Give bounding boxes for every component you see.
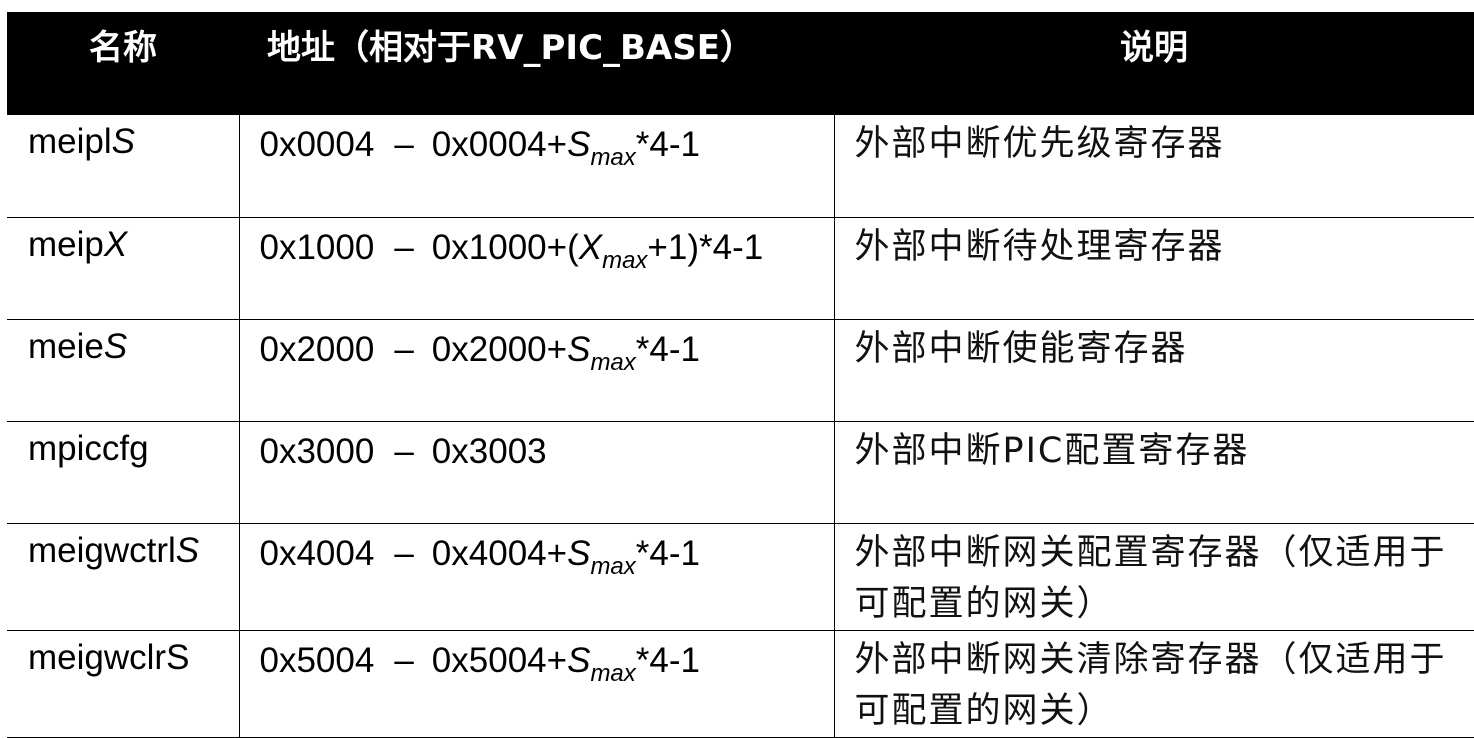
address-end: 0x1000+( bbox=[431, 227, 579, 267]
address-end: 0x5004+ bbox=[431, 640, 568, 680]
table-row: meigwctrlS 0x4004–0x4004+Smax*4-1 外部中断网关配置… bbox=[7, 522, 1474, 631]
address-start: 0x4004 bbox=[259, 533, 375, 573]
address-subscript: max bbox=[590, 348, 636, 376]
register-name-cell: meigwctrlS bbox=[7, 522, 240, 631]
description-cell: 外部中断使能寄存器 bbox=[833, 318, 1474, 422]
range-dash: – bbox=[394, 431, 414, 471]
address-end-suffix: *4-1 bbox=[635, 125, 700, 164]
address-variable: S bbox=[567, 329, 591, 369]
register-name: meigwclrS bbox=[28, 637, 190, 677]
address-range-cell: 0x3000–0x3003 bbox=[238, 420, 835, 524]
description-cell: 外部中断优先级寄存器 bbox=[833, 115, 1474, 218]
register-name-cell: mpiccfg bbox=[7, 420, 240, 524]
register-name-variable: S bbox=[103, 326, 128, 366]
table-row: meiplS 0x0004–0x0004+Smax*4-1 外部中断优先级寄存器 bbox=[7, 115, 1474, 218]
address-end-suffix: *4-1 bbox=[635, 329, 700, 369]
address-range-cell: 0x0004–0x0004+Smax*4-1 bbox=[238, 115, 835, 218]
address-end-suffix: +1)*4-1 bbox=[647, 227, 764, 267]
address-range-cell: 0x2000–0x2000+Smax*4-1 bbox=[238, 318, 835, 422]
register-name: meipl bbox=[28, 122, 112, 161]
register-name: meigwctrl bbox=[28, 530, 176, 570]
address-start: 0x5004 bbox=[259, 640, 375, 680]
header-row: 名称 地址（相对于RV_PIC_BASE） 说明 bbox=[7, 12, 1474, 115]
register-name-cell: meieS bbox=[7, 318, 240, 422]
description-cell: 外部中断PIC配置寄存器 bbox=[833, 420, 1474, 524]
table-row: mpiccfg 0x3000–0x3003 外部中断PIC配置寄存器 bbox=[7, 420, 1474, 524]
register-name: meie bbox=[28, 326, 104, 366]
address-subscript: max bbox=[602, 246, 648, 274]
description-cell: 外部中断网关清除寄存器（仅适用于可配置的网关） bbox=[833, 629, 1474, 738]
header-description: 说明 bbox=[834, 12, 1474, 115]
table-body: meiplS 0x0004–0x0004+Smax*4-1 外部中断优先级寄存器 me… bbox=[7, 115, 1474, 738]
register-name-variable: X bbox=[103, 224, 128, 264]
range-dash: – bbox=[394, 227, 414, 267]
range-dash: – bbox=[394, 125, 414, 164]
address-start: 0x2000 bbox=[259, 329, 375, 369]
address-end-suffix: *4-1 bbox=[635, 640, 700, 680]
address-end: 0x3003 bbox=[431, 431, 547, 471]
address-end: 0x0004+ bbox=[431, 125, 568, 164]
register-name-variable: S bbox=[175, 530, 200, 570]
register-table: 名称 地址（相对于RV_PIC_BASE） 说明 meiplS 0x0004–0x… bbox=[7, 12, 1474, 738]
address-start: 0x3000 bbox=[259, 431, 375, 471]
address-end: 0x4004+ bbox=[431, 533, 568, 573]
register-name-cell: meigwclrS bbox=[7, 629, 240, 738]
address-variable: S bbox=[567, 533, 591, 573]
register-name-cell: meipX bbox=[7, 216, 240, 320]
description-cell: 外部中断待处理寄存器 bbox=[833, 216, 1474, 320]
address-end: 0x2000+ bbox=[431, 329, 568, 369]
header-name: 名称 bbox=[7, 12, 239, 115]
address-range-cell: 0x4004–0x4004+Smax*4-1 bbox=[238, 522, 835, 631]
address-start: 0x1000 bbox=[259, 227, 375, 267]
register-name-variable: S bbox=[111, 122, 135, 161]
range-dash: – bbox=[394, 640, 414, 680]
address-range-cell: 0x5004–0x5004+Smax*4-1 bbox=[238, 629, 835, 738]
address-variable: X bbox=[578, 227, 603, 267]
table-header: 名称 地址（相对于RV_PIC_BASE） 说明 bbox=[7, 12, 1474, 115]
register-name-cell: meiplS bbox=[7, 115, 240, 218]
table-row: meigwclrS 0x5004–0x5004+Smax*4-1 外部中断网关清除寄… bbox=[7, 629, 1474, 738]
address-start: 0x0004 bbox=[259, 125, 375, 164]
table-row: meipX 0x1000–0x1000+(Xmax+1)*4-1 外部中断待处理寄存… bbox=[7, 216, 1474, 320]
address-end-suffix: *4-1 bbox=[635, 533, 700, 573]
address-subscript: max bbox=[590, 144, 636, 171]
address-subscript: max bbox=[590, 552, 636, 580]
table-row: meieS 0x2000–0x2000+Smax*4-1 外部中断使能寄存器 bbox=[7, 318, 1474, 422]
address-variable: S bbox=[567, 640, 591, 680]
register-name: meip bbox=[28, 224, 104, 264]
range-dash: – bbox=[394, 533, 414, 573]
header-address: 地址（相对于RV_PIC_BASE） bbox=[239, 12, 834, 115]
address-subscript: max bbox=[590, 659, 636, 687]
address-range-cell: 0x1000–0x1000+(Xmax+1)*4-1 bbox=[238, 216, 835, 320]
range-dash: – bbox=[394, 329, 414, 369]
description-cell: 外部中断网关配置寄存器（仅适用于可配置的网关） bbox=[833, 522, 1474, 631]
address-variable: S bbox=[567, 125, 591, 164]
register-name: mpiccfg bbox=[28, 428, 149, 468]
